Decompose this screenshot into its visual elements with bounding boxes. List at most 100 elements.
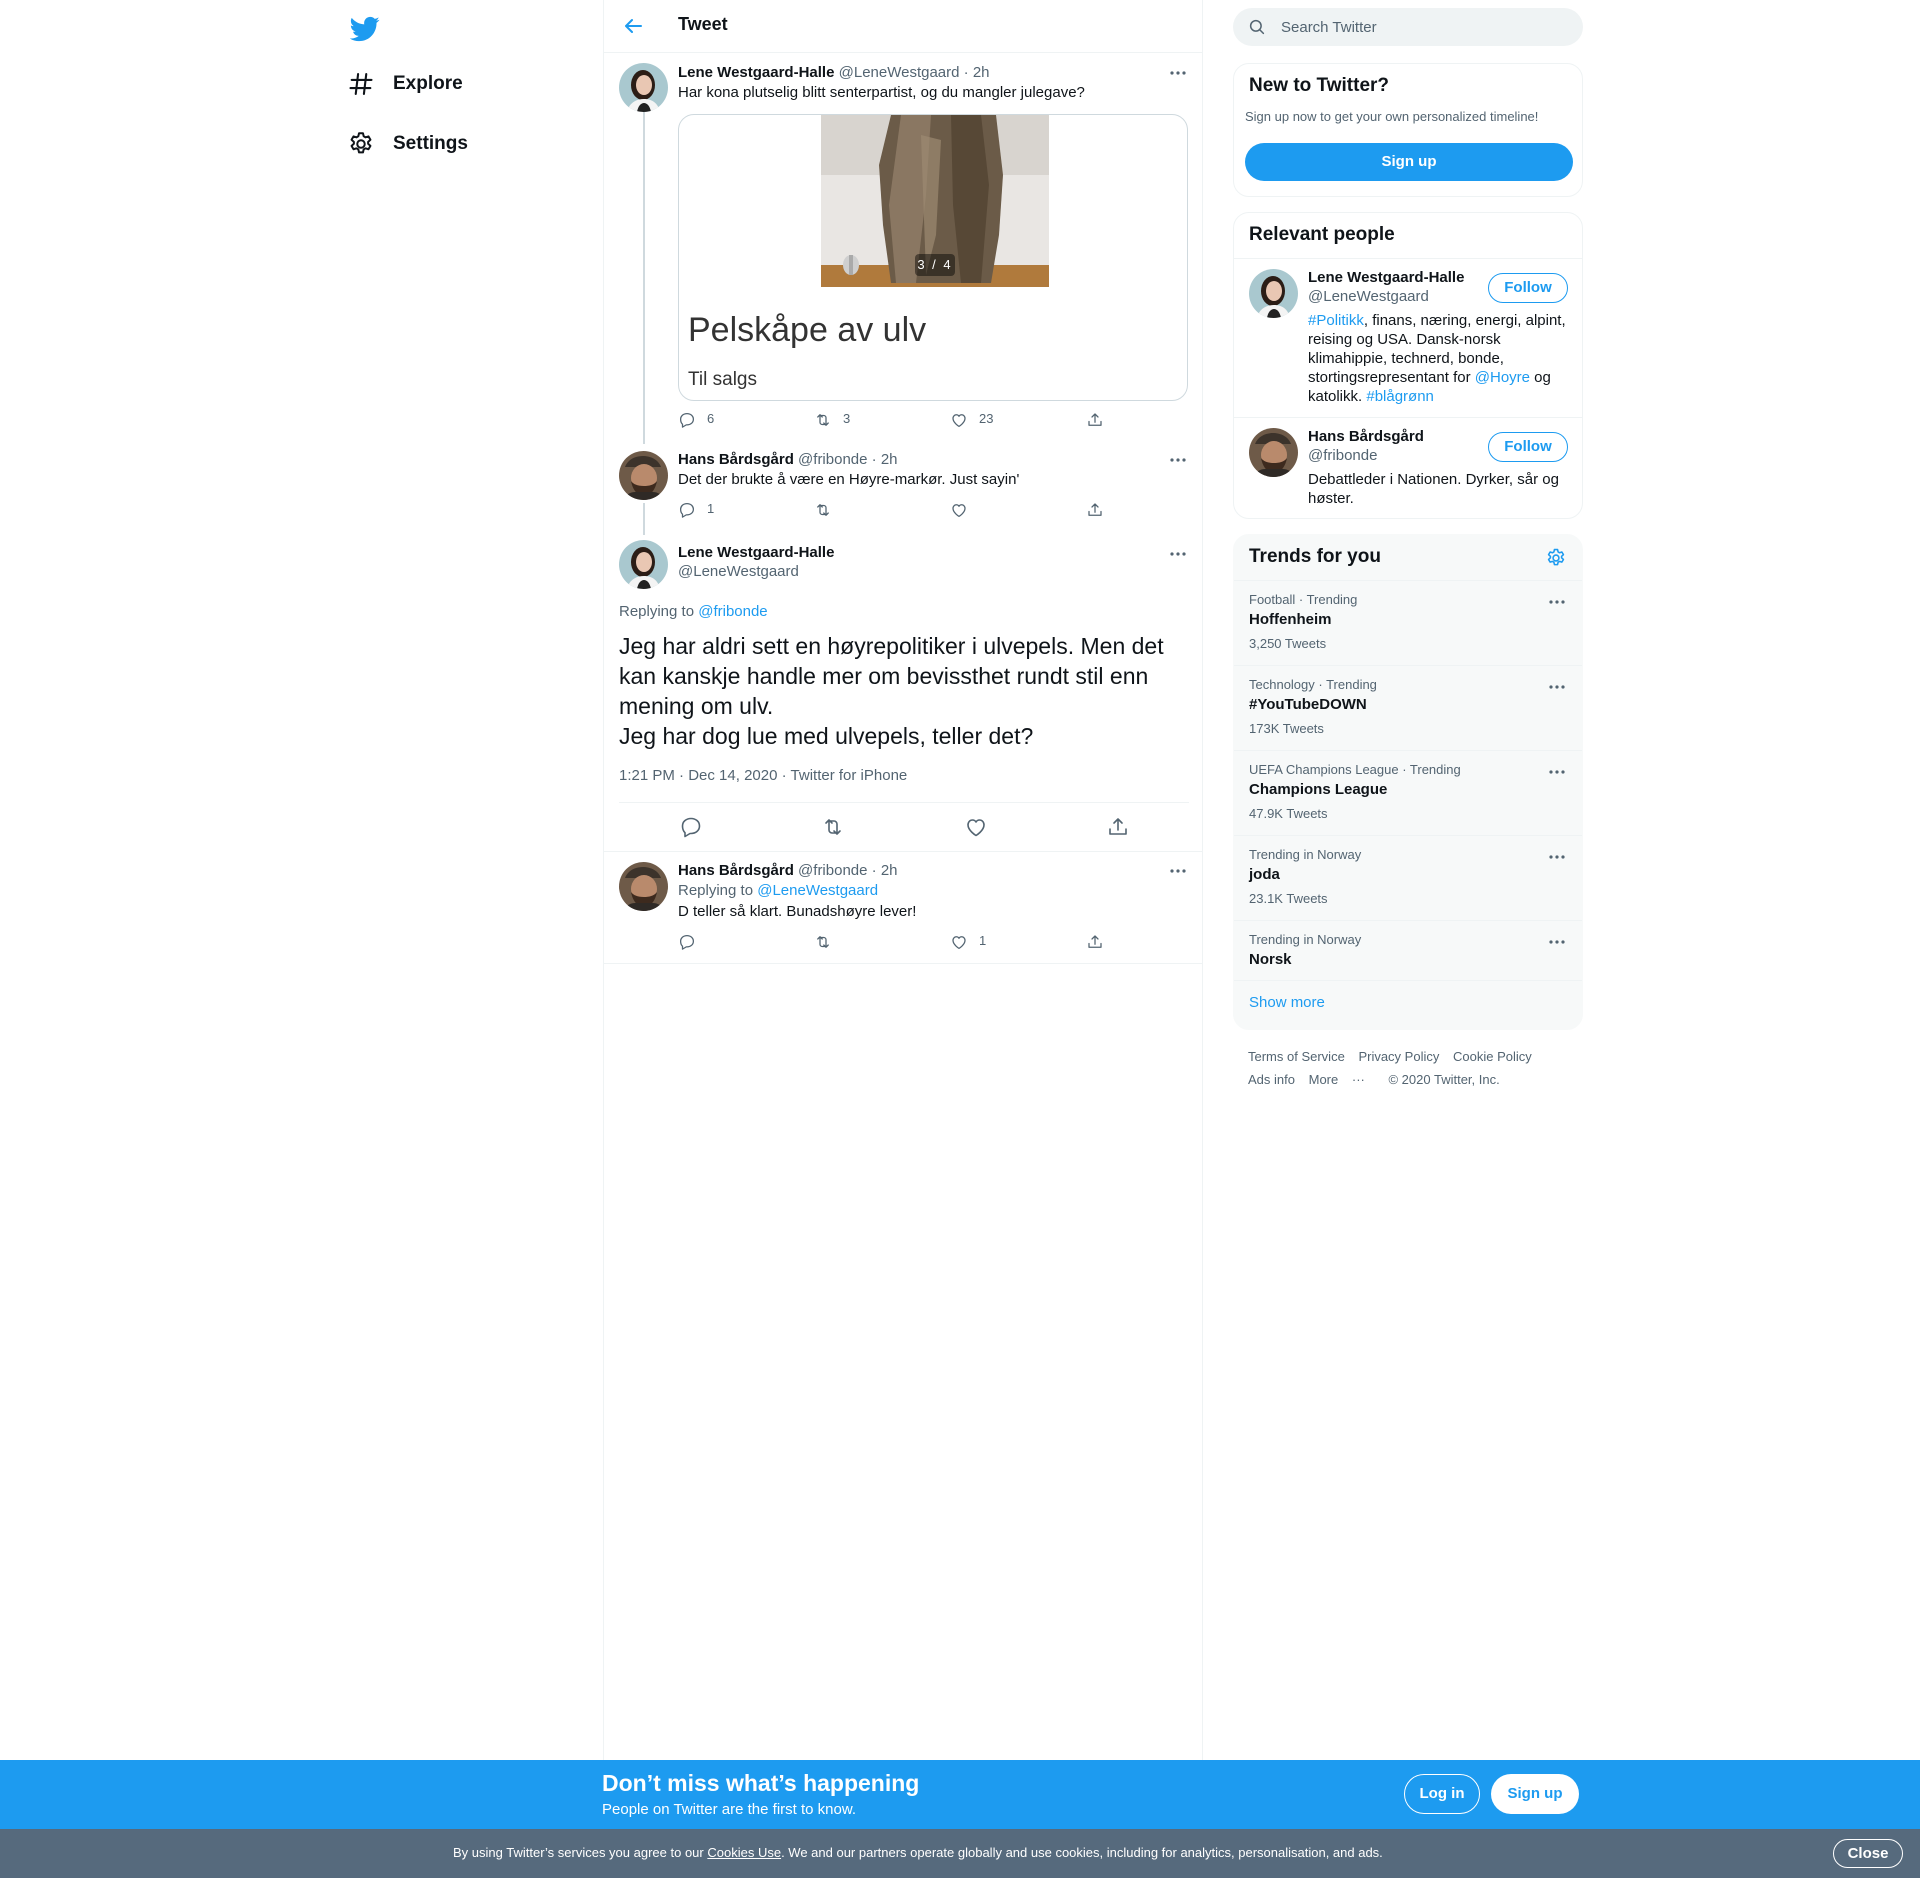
back-arrow-icon[interactable] — [621, 14, 645, 38]
tweet-date[interactable]: Dec 14, 2020 — [688, 767, 777, 784]
image-counter: 3 / 4 — [915, 254, 955, 276]
trend-item[interactable]: Trending in Norway joda 23.1K Tweets — [1234, 835, 1582, 920]
retweet-button[interactable]: 3 — [814, 411, 850, 429]
more-options-icon[interactable] — [1169, 64, 1187, 82]
like-button[interactable]: 1 — [950, 933, 986, 951]
link-card[interactable]: 3 / 4 Pelskåpe av ulv Til salgs — [678, 114, 1188, 401]
close-button[interactable]: Close — [1833, 1839, 1903, 1868]
trend-item[interactable]: UEFA Champions League · Trending Champio… — [1234, 750, 1582, 835]
retweet-icon[interactable] — [821, 815, 845, 839]
twitter-logo-icon[interactable] — [347, 11, 383, 47]
footer-ads-link[interactable]: Ads info — [1248, 1072, 1295, 1087]
person-bio: Debattleder i Nationen. Dyrker, sår og h… — [1308, 471, 1559, 507]
person-name[interactable]: Hans Bårdsgård — [1308, 428, 1424, 445]
avatar[interactable] — [619, 540, 668, 589]
replying-to-link[interactable]: @LeneWestgaard — [757, 882, 878, 899]
avatar[interactable] — [619, 451, 668, 500]
thread-line — [643, 503, 645, 535]
person-handle[interactable]: @LeneWestgaard — [1308, 288, 1429, 305]
signup-button[interactable]: Sign up — [1491, 1774, 1579, 1814]
hashtag-link[interactable]: #Politikk — [1308, 312, 1364, 329]
author-name[interactable]: Hans Bårdsgård — [678, 862, 794, 879]
retweet-button[interactable] — [814, 933, 832, 951]
more-options-icon[interactable] — [1548, 678, 1566, 696]
separator-dot: · — [871, 451, 877, 468]
reply-icon — [679, 412, 695, 428]
reply-button[interactable]: 1 — [678, 501, 714, 519]
reply-icon[interactable] — [679, 815, 703, 839]
author-handle[interactable]: @LeneWestgaard — [678, 563, 799, 580]
trend-item[interactable]: Technology · Trending #YouTubeDOWN 173K … — [1234, 665, 1582, 750]
main-header: Tweet — [604, 0, 1202, 53]
avatar[interactable] — [619, 862, 668, 911]
card-image: 3 / 4 — [821, 115, 1049, 287]
avatar[interactable] — [1249, 428, 1298, 477]
reply-icon — [679, 934, 695, 950]
more-options-icon[interactable] — [1169, 862, 1187, 880]
login-button[interactable]: Log in — [1404, 1774, 1480, 1814]
more-options-icon[interactable] — [1548, 763, 1566, 781]
person-bio: #Politikk, finans, næring, energi, alpin… — [1308, 311, 1573, 406]
retweet-icon — [817, 936, 829, 948]
reply-button[interactable]: 6 — [678, 411, 714, 429]
author-name[interactable]: Hans Bårdsgård — [678, 451, 794, 468]
reply-button[interactable] — [678, 933, 696, 951]
more-options-icon[interactable] — [1169, 545, 1187, 563]
footer-copyright: © 2020 Twitter, Inc. — [1388, 1072, 1500, 1087]
tweet-timestamp[interactable]: 1:21 PM — [619, 767, 675, 784]
divider — [1234, 258, 1582, 259]
page-title: Tweet — [678, 14, 728, 34]
follow-button[interactable]: Follow — [1488, 432, 1568, 462]
text-line: Jeg har dog lue med ulvepels, teller det… — [619, 723, 1034, 749]
mention-link[interactable]: @Hoyre — [1475, 369, 1530, 386]
footer-terms-link[interactable]: Terms of Service — [1248, 1049, 1345, 1064]
share-icon[interactable] — [1106, 815, 1130, 839]
trend-context: Trending in Norway — [1249, 932, 1362, 947]
more-options-icon[interactable] — [1169, 451, 1187, 469]
share-button[interactable] — [1086, 933, 1104, 951]
like-button[interactable]: 23 — [950, 411, 993, 429]
footer-privacy-link[interactable]: Privacy Policy — [1358, 1049, 1439, 1064]
hashtag-link[interactable]: #blågrønn — [1366, 388, 1434, 405]
more-options-icon[interactable] — [1548, 848, 1566, 866]
footer-cookie-link[interactable]: Cookie Policy — [1453, 1049, 1532, 1064]
main-tweet-text: Jeg har aldri sett en høyrepolitiker i u… — [619, 631, 1189, 751]
signup-button[interactable]: Sign up — [1245, 143, 1573, 181]
author-name[interactable]: Lene Westgaard-Halle — [678, 544, 834, 561]
tweet-source[interactable]: Twitter for iPhone — [791, 767, 908, 784]
person-name[interactable]: Lene Westgaard-Halle — [1308, 269, 1464, 286]
author-handle[interactable]: @fribonde — [798, 862, 867, 879]
avatar[interactable] — [619, 63, 668, 112]
tweet-time[interactable]: 2h — [973, 64, 990, 81]
footer-links: Terms of Service Privacy Policy Cookie P… — [1248, 1045, 1578, 1091]
new-to-twitter-panel: New to Twitter? Sign up now to get your … — [1233, 63, 1583, 197]
trend-item[interactable]: Football · Trending Hoffenheim 3,250 Twe… — [1234, 580, 1582, 665]
footer-more-link[interactable]: More ··· — [1309, 1072, 1375, 1087]
author-name[interactable]: Lene Westgaard-Halle — [678, 64, 834, 81]
like-button[interactable] — [950, 501, 968, 519]
more-options-icon[interactable] — [1548, 933, 1566, 951]
author-handle[interactable]: @fribonde — [798, 451, 867, 468]
heart-icon[interactable] — [964, 815, 988, 839]
search-input[interactable] — [1281, 8, 1571, 46]
nav-settings[interactable]: Settings — [347, 120, 468, 168]
trend-item[interactable]: Trending in Norway Norsk — [1234, 920, 1582, 980]
replying-to-link[interactable]: @fribonde — [698, 603, 767, 620]
nav-explore[interactable]: Explore — [347, 60, 463, 108]
person-handle[interactable]: @fribonde — [1308, 447, 1377, 464]
more-options-icon[interactable] — [1548, 593, 1566, 611]
avatar[interactable] — [1249, 269, 1298, 318]
tweet-time[interactable]: 2h — [881, 451, 898, 468]
retweet-button[interactable] — [814, 501, 832, 519]
show-more-link[interactable]: Show more — [1249, 994, 1325, 1011]
tweet-time[interactable]: 2h — [881, 862, 898, 879]
share-button[interactable] — [1086, 501, 1104, 519]
follow-button[interactable]: Follow — [1488, 273, 1568, 303]
share-button[interactable] — [1086, 411, 1104, 429]
cookies-use-link[interactable]: Cookies Use — [707, 1845, 781, 1860]
author-handle[interactable]: @LeneWestgaard — [839, 64, 960, 81]
cookie-prefix: By using Twitter’s services you agree to… — [453, 1845, 708, 1860]
more-dots-icon: ··· — [1351, 1072, 1365, 1087]
settings-gear-icon[interactable] — [1545, 547, 1567, 569]
search-bar[interactable] — [1233, 8, 1583, 46]
